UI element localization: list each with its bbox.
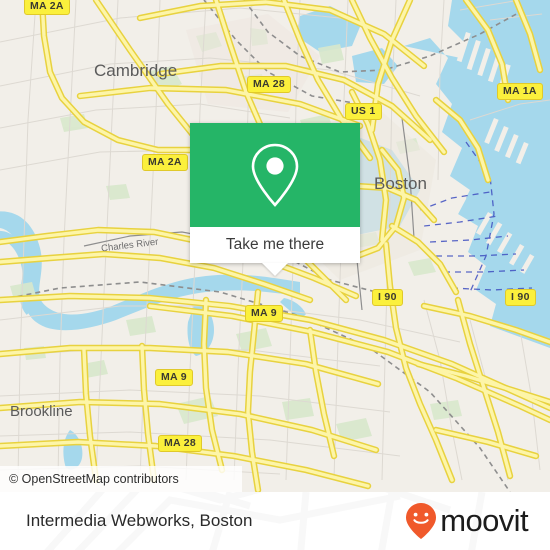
moovit-brand-logo[interactable]: moovit (404, 501, 529, 541)
shield-ma-2a-north: MA 2A (24, 0, 70, 15)
moovit-wordmark: moovit (440, 503, 528, 538)
map-canvas[interactable]: Cambridge Boston Brookline Charles River… (0, 0, 550, 492)
shield-ma-1a: MA 1A (497, 83, 543, 100)
shield-us-1: US 1 (345, 103, 382, 120)
map-pin-icon (251, 143, 299, 207)
place-label-boston: Boston (374, 174, 427, 193)
take-me-there-label: Take me there (225, 236, 325, 253)
footer-bar: Intermedia Webworks, Boston moovit (0, 492, 550, 550)
take-me-there-button[interactable]: Take me there (190, 227, 360, 263)
place-label-cambridge: Cambridge (94, 61, 178, 80)
callout-icon-panel (190, 123, 360, 227)
shield-ma-28-south: MA 28 (158, 435, 203, 452)
attribution-text: © OpenStreetMap contributors (9, 472, 179, 486)
shield-ma-9-center: MA 9 (245, 305, 283, 322)
page-title: Intermedia Webworks, Boston (26, 511, 253, 530)
place-label-brookline: Brookline (10, 403, 73, 420)
moovit-map-screenshot: Cambridge Boston Brookline Charles River… (0, 0, 550, 550)
shield-ma-28-north: MA 28 (247, 76, 292, 93)
shield-ma-9-west: MA 9 (155, 369, 193, 386)
callout-pointer-tail (262, 263, 288, 276)
take-me-there-callout[interactable]: Take me there (190, 123, 360, 276)
shield-ma-2a-west: MA 2A (142, 154, 188, 171)
shield-i-90-right: I 90 (505, 289, 536, 306)
map-attribution[interactable]: © OpenStreetMap contributors (0, 466, 242, 492)
shield-i-90-left: I 90 (372, 289, 403, 306)
moovit-smiley-pin-icon (406, 503, 437, 539)
